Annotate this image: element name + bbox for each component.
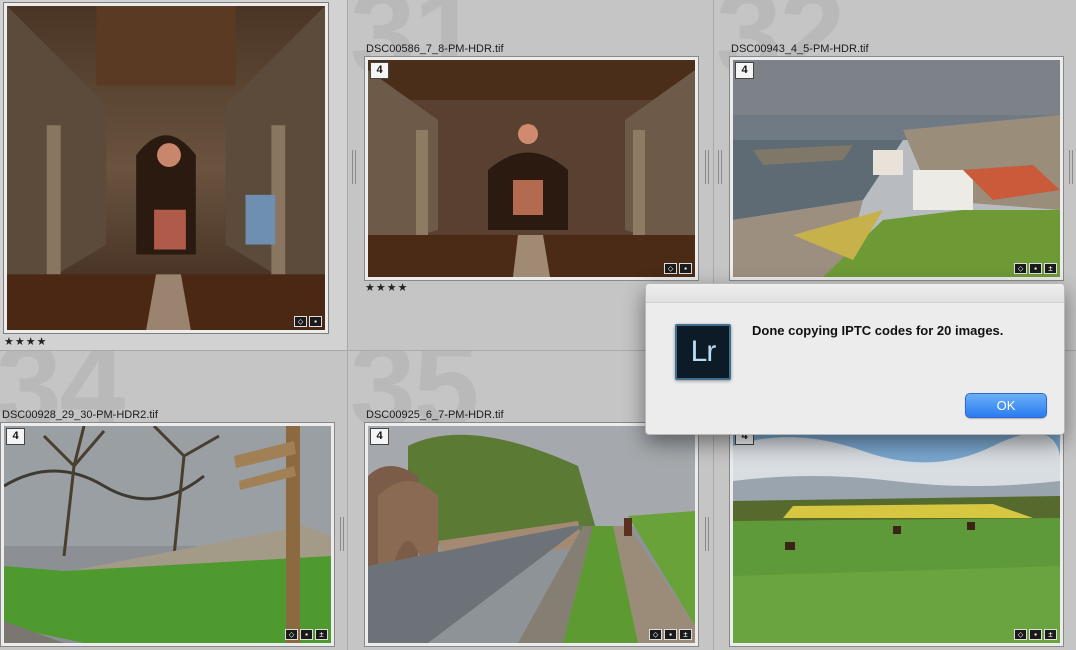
thumbnail-image-harbour-village[interactable]: 4 ⬦ ▪ ± <box>733 60 1060 277</box>
thumbnail-image-country-lane[interactable]: 4 ⬦ ▪ ± <box>368 426 695 643</box>
comment-icon[interactable]: ▪ <box>1029 629 1042 640</box>
alert-dialog: Lr Done copying IPTC codes for 20 images… <box>645 283 1065 435</box>
thumbnail-overlay-icons: ⬦ ▪ ± <box>285 629 328 640</box>
comment-icon[interactable]: ▪ <box>1029 263 1042 274</box>
comment-icon[interactable]: ▪ <box>679 263 692 274</box>
thumbnail-image-signpost-wall[interactable]: 4 ⬦ ▪ ± <box>4 426 331 643</box>
resize-grip[interactable] <box>705 150 709 184</box>
stack-count-badge[interactable]: 4 <box>6 428 25 445</box>
dialog-titlebar[interactable] <box>646 284 1064 303</box>
thumbnail-frame[interactable]: 4 ⬦ ▪ ± <box>0 422 335 647</box>
thumbnail-filename: DSC00925_6_7-PM-HDR.tif <box>366 409 504 421</box>
thumbnail-filename: DSC00943_4_5-PM-HDR.tif <box>731 43 869 55</box>
develop-adjusted-icon[interactable]: ± <box>1044 263 1057 274</box>
resize-grip[interactable] <box>718 150 722 184</box>
thumbnail-image-church-interior[interactable]: ⬦ ▪ <box>7 6 325 330</box>
grid-cell[interactable]: 34 DSC00928_29_30-PM-HDR2.tif 4 ⬦ ▪ ± <box>0 351 347 650</box>
thumbnail-frame[interactable]: 4 ⬦ ▪ ± <box>729 56 1064 281</box>
keyword-tag-icon[interactable]: ⬦ <box>1014 263 1027 274</box>
stack-count-badge[interactable]: 4 <box>370 428 389 445</box>
thumbnail-overlay-icons: ⬦ ▪ ± <box>1014 263 1057 274</box>
resize-grip[interactable] <box>340 517 344 551</box>
ok-button[interactable]: OK <box>965 393 1047 418</box>
thumbnail-frame[interactable]: 4 ⬦ ▪ ± <box>729 422 1064 647</box>
resize-grip[interactable] <box>352 150 356 184</box>
comment-icon[interactable]: ▪ <box>300 629 313 640</box>
thumbnail-frame[interactable]: 4 ⬦ ▪ ± <box>364 422 699 647</box>
thumbnail-overlay-icons: ⬦ ▪ ± <box>649 629 692 640</box>
stack-count-badge[interactable]: 4 <box>735 62 754 79</box>
stack-count-badge[interactable]: 4 <box>370 62 389 79</box>
keyword-tag-icon[interactable]: ⬦ <box>664 263 677 274</box>
thumbnail-overlay-icons: ⬦ ▪ <box>664 263 692 274</box>
grid-cell[interactable]: ⬦ ▪ ★★★★ <box>0 0 347 350</box>
resize-grip[interactable] <box>705 517 709 551</box>
lightroom-app-icon: Lr <box>675 324 731 380</box>
thumbnail-image-green-field[interactable]: 4 ⬦ ▪ ± <box>733 426 1060 643</box>
thumbnail-filename: DSC00586_7_8-PM-HDR.tif <box>366 43 504 55</box>
comment-icon[interactable]: ▪ <box>664 629 677 640</box>
develop-adjusted-icon[interactable]: ± <box>315 629 328 640</box>
star-rating[interactable]: ★★★★ <box>365 281 408 294</box>
star-rating[interactable]: ★★★★ <box>4 335 47 348</box>
keyword-tag-icon[interactable]: ⬦ <box>285 629 298 640</box>
thumbnail-overlay-icons: ⬦ ▪ ± <box>1014 629 1057 640</box>
thumbnail-frame[interactable]: 4 ⬦ ▪ <box>364 56 699 281</box>
resize-grip[interactable] <box>1069 150 1073 184</box>
thumbnail-filename: DSC00928_29_30-PM-HDR2.tif <box>2 409 158 421</box>
comment-icon[interactable]: ▪ <box>309 316 322 327</box>
develop-adjusted-icon[interactable]: ± <box>679 629 692 640</box>
develop-adjusted-icon[interactable]: ± <box>1044 629 1057 640</box>
thumbnail-image-church-nave[interactable]: 4 ⬦ ▪ <box>368 60 695 277</box>
thumbnail-frame[interactable]: ⬦ ▪ <box>3 2 329 334</box>
keyword-tag-icon[interactable]: ⬦ <box>294 316 307 327</box>
thumbnail-overlay-icons: ⬦ ▪ <box>294 316 322 327</box>
dialog-message: Done copying IPTC codes for 20 images. <box>752 323 1004 338</box>
keyword-tag-icon[interactable]: ⬦ <box>649 629 662 640</box>
keyword-tag-icon[interactable]: ⬦ <box>1014 629 1027 640</box>
